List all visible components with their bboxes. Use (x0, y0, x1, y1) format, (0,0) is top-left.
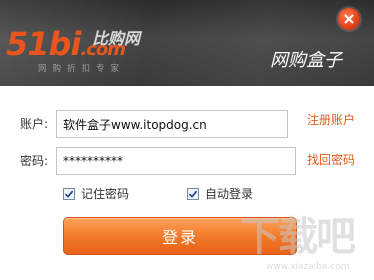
app-title: 网购盒子 (270, 50, 342, 71)
remember-password-label: 记住密码 (81, 187, 130, 201)
account-label: 账户: (20, 117, 49, 131)
account-input[interactable] (56, 110, 288, 138)
remember-checkbox-box[interactable] (63, 188, 75, 200)
remember-password-checkbox[interactable]: 记住密码 (63, 187, 129, 201)
logo-chinese-name: 比购网 (92, 29, 141, 48)
checkmark-icon (188, 190, 198, 198)
watermark-text: 下载吧 (240, 214, 356, 260)
watermark-url: www.xiazaiba.com (266, 262, 350, 272)
download-site-watermark: 下载吧 www.xiazaiba.com (236, 214, 372, 278)
checkmark-icon (64, 190, 74, 198)
auto-login-checkbox[interactable]: 自动登录 (187, 187, 253, 201)
password-input[interactable] (56, 147, 296, 175)
register-account-link[interactable]: 注册账户 (307, 113, 355, 127)
logo-main-text: 51bi (6, 25, 81, 63)
close-button[interactable] (338, 8, 360, 30)
auto-login-label: 自动登录 (205, 187, 254, 201)
autologin-checkbox-box[interactable] (187, 188, 199, 200)
password-label: 密码: (20, 154, 49, 168)
title-bar: 51bi.com 比购网 网购折扣专家 网购盒子 (0, 0, 374, 86)
close-icon (344, 14, 354, 24)
recover-password-link[interactable]: 找回密码 (307, 153, 355, 167)
brand-logo: 51bi.com 比购网 网购折扣专家 (6, 26, 166, 82)
logo-slogan: 网购折扣专家 (38, 64, 126, 74)
